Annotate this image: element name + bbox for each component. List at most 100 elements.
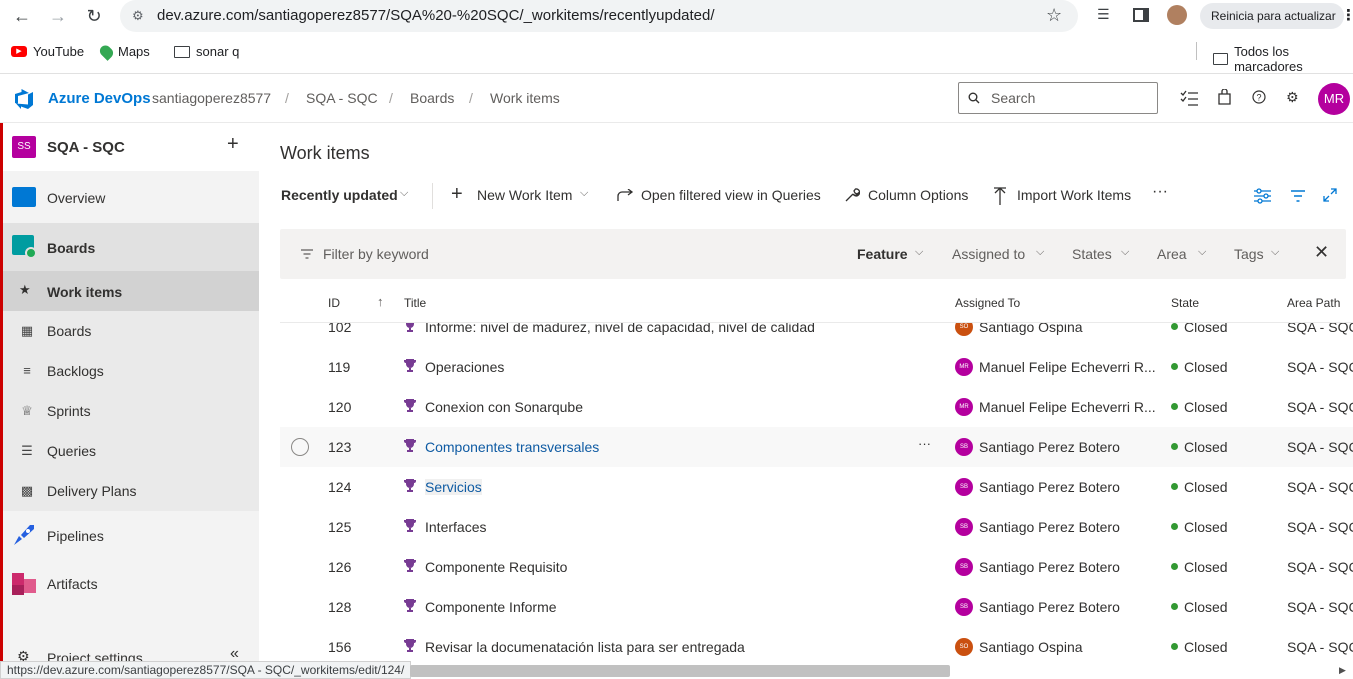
- wrench-icon[interactable]: [844, 187, 860, 203]
- open-in-queries-button[interactable]: Open filtered view in Queries: [641, 187, 821, 203]
- assigned-to-filter[interactable]: Assigned to: [952, 246, 1025, 262]
- column-options-button[interactable]: Column Options: [868, 187, 968, 203]
- row-select-checkbox[interactable]: [291, 438, 309, 456]
- search-input[interactable]: Search: [991, 90, 1035, 106]
- row-more-icon[interactable]: ···: [918, 436, 931, 451]
- work-item-title-link[interactable]: Interfaces: [425, 519, 486, 535]
- sidebar-item-artifacts[interactable]: Artifacts: [3, 559, 259, 607]
- add-icon[interactable]: +: [227, 133, 239, 156]
- work-item-title-link[interactable]: Conexion con Sonarqube: [425, 399, 583, 415]
- feature-filter[interactable]: Feature: [857, 246, 908, 262]
- reload-icon[interactable]: ↻: [80, 4, 108, 28]
- table-row[interactable]: 128 Componente Informe SB Santiago Perez Bo…: [280, 587, 1353, 627]
- sidebar-item-backlogs[interactable]: ≡ Backlogs: [3, 351, 259, 391]
- filter-icon[interactable]: [1291, 190, 1305, 202]
- table-row[interactable]: 120 Conexion con Sonarqube MR Manuel Felipe…: [280, 387, 1353, 427]
- states-filter[interactable]: States: [1072, 246, 1112, 262]
- sidebar-item-pipelines[interactable]: Pipelines: [3, 511, 259, 559]
- update-button[interactable]: Reinicia para actualizar: [1200, 3, 1344, 29]
- area-filter[interactable]: Area: [1157, 246, 1187, 262]
- work-item-title-link[interactable]: Operaciones: [425, 359, 504, 375]
- table-row[interactable]: 126 Componente Requisito SB Santiago Perez …: [280, 547, 1353, 587]
- bookmark-label: Todos los marcadores: [1234, 44, 1303, 74]
- user-settings-icon[interactable]: ⚙: [1286, 89, 1299, 106]
- keyword-filter-input[interactable]: Filter by keyword: [323, 246, 429, 262]
- work-item-title-link[interactable]: Componentes transversales: [425, 439, 599, 455]
- new-work-item-button[interactable]: New Work Item: [477, 187, 572, 203]
- table-row[interactable]: 124 Servicios SB Santiago Perez Botero Close…: [280, 467, 1353, 507]
- chevron-down-icon[interactable]: ⌵: [400, 187, 408, 200]
- column-header-id[interactable]: ID: [328, 296, 340, 310]
- help-icon[interactable]: ?: [1252, 90, 1266, 104]
- open-queries-icon[interactable]: [616, 189, 634, 203]
- table-row[interactable]: 125 Interfaces SB Santiago Perez Botero Clos…: [280, 507, 1353, 547]
- tags-filter[interactable]: Tags: [1234, 246, 1264, 262]
- import-work-items-button[interactable]: Import Work Items: [1017, 187, 1131, 203]
- column-header-assigned[interactable]: Assigned To: [955, 296, 1020, 310]
- work-item-title-link[interactable]: Servicios: [425, 479, 482, 495]
- address-bar[interactable]: ⚙ dev.azure.com/santiagoperez8577/SQA%20…: [120, 0, 1078, 32]
- menu-icon[interactable]: ⋮: [1341, 6, 1353, 24]
- sidebar-item-label: Overview: [47, 190, 106, 206]
- column-header-title[interactable]: Title: [404, 296, 426, 310]
- bookmark-youtube[interactable]: ▶ YouTube: [11, 44, 84, 59]
- azure-devops-logo-icon[interactable]: [13, 88, 35, 110]
- chevron-down-icon[interactable]: ⌵: [580, 187, 588, 200]
- view-selector[interactable]: Recently updated: [281, 187, 398, 203]
- sidebar-item-delivery-plans[interactable]: ▩ Delivery Plans: [3, 471, 259, 511]
- chevron-down-icon[interactable]: ⌵: [1036, 246, 1044, 259]
- sidebar-item-overview[interactable]: Overview: [3, 171, 259, 223]
- sidebar-item-work-items[interactable]: ★ Work items: [3, 271, 259, 311]
- table-row[interactable]: 123 Componentes transversales ··· SB Santiag…: [280, 427, 1353, 467]
- table-row[interactable]: 156 Revisar la documenatación lista para …: [280, 627, 1353, 663]
- search-box[interactable]: Search: [958, 82, 1158, 114]
- brand-name[interactable]: Azure DevOps: [48, 90, 151, 107]
- close-icon[interactable]: ✕: [1314, 242, 1329, 263]
- project-header[interactable]: SS SQA - SQC +: [3, 123, 259, 171]
- breadcrumb-org[interactable]: santiagoperez8577: [152, 90, 271, 106]
- marketplace-icon[interactable]: [1218, 89, 1231, 105]
- star-icon[interactable]: ☆: [1046, 5, 1062, 26]
- more-options-icon[interactable]: ···: [1152, 183, 1168, 201]
- state: Closed: [1184, 639, 1228, 655]
- import-icon[interactable]: [994, 187, 1006, 205]
- sidebar-item-boards[interactable]: Boards: [3, 223, 259, 271]
- work-item-title-link[interactable]: Componente Informe: [425, 599, 557, 615]
- breadcrumb-work-items[interactable]: Work items: [490, 90, 560, 106]
- view-options-icon[interactable]: [1254, 188, 1271, 204]
- breadcrumb-boards[interactable]: Boards: [410, 90, 454, 106]
- sidebar-item-sprints[interactable]: ♕ Sprints: [3, 391, 259, 431]
- fullscreen-icon[interactable]: [1323, 188, 1337, 202]
- work-item-title-link[interactable]: Informe: nivel de madurez, nivel de capa…: [425, 323, 815, 335]
- area-path: SQA - SQC: [1287, 559, 1353, 575]
- scroll-right-icon[interactable]: ▶: [1339, 665, 1346, 676]
- table-row[interactable]: 102 Informe: nivel de madurez, nivel de c…: [280, 323, 1353, 347]
- all-bookmarks[interactable]: Todos los marcadores: [1213, 44, 1353, 74]
- profile-avatar[interactable]: [1167, 5, 1187, 25]
- avatar[interactable]: MR: [1318, 83, 1350, 115]
- sidepanel-icon[interactable]: [1133, 8, 1149, 22]
- table-row[interactable]: 119 Operaciones MR Manuel Felipe Echeverri …: [280, 347, 1353, 387]
- media-icon[interactable]: ☰: [1097, 6, 1110, 23]
- work-item-title-link[interactable]: Componente Requisito: [425, 559, 567, 575]
- breadcrumb-project[interactable]: SQA - SQC: [306, 90, 378, 106]
- chevron-down-icon[interactable]: ⌵: [1271, 246, 1279, 259]
- chevron-down-icon[interactable]: ⌵: [1198, 246, 1206, 259]
- forward-icon[interactable]: →: [44, 4, 72, 28]
- back-icon[interactable]: ←: [8, 4, 36, 28]
- sort-ascending-icon[interactable]: ↑: [377, 294, 384, 309]
- bookmark-maps[interactable]: Maps: [97, 42, 150, 61]
- column-header-state[interactable]: State: [1171, 296, 1199, 310]
- chevron-down-icon[interactable]: ⌵: [915, 246, 923, 259]
- sidebar-item-boards-sub[interactable]: ▦ Boards: [3, 311, 259, 351]
- bookmark-sonar[interactable]: sonar q: [174, 44, 239, 59]
- site-info-icon[interactable]: ⚙: [132, 8, 144, 24]
- horizontal-scrollbar[interactable]: [410, 665, 950, 677]
- area-path: SQA - SQC: [1287, 599, 1353, 615]
- add-icon[interactable]: +: [451, 183, 463, 206]
- task-list-icon[interactable]: [1180, 90, 1198, 106]
- work-item-title-link[interactable]: Revisar la documenatación lista para ser…: [425, 639, 745, 655]
- chevron-down-icon[interactable]: ⌵: [1121, 246, 1129, 259]
- sidebar-item-queries[interactable]: ☰ Queries: [3, 431, 259, 471]
- column-header-area[interactable]: Area Path: [1287, 296, 1340, 310]
